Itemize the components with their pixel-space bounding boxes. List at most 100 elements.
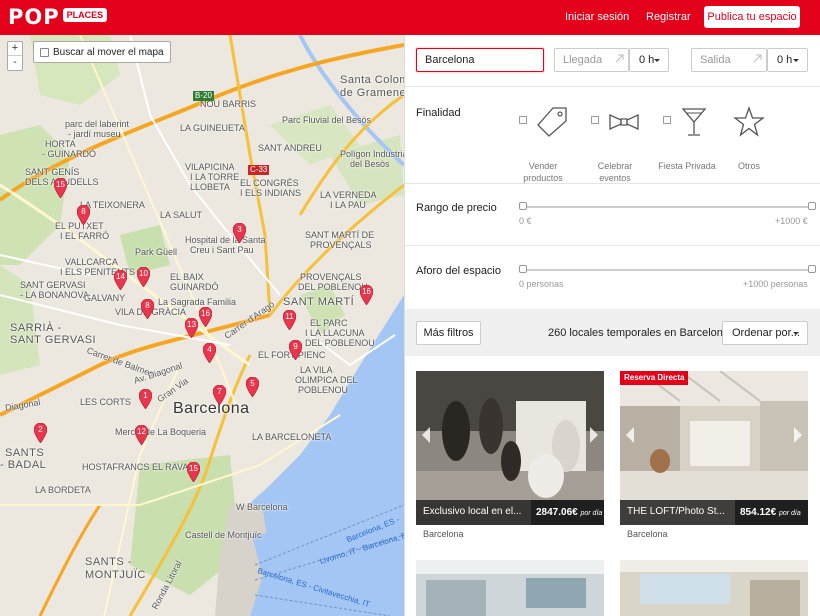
map-marker-count: 2: [38, 425, 43, 434]
map-marker-count: 8: [145, 301, 150, 310]
prev-photo-icon[interactable]: [626, 427, 634, 443]
map-marker-pin[interactable]: 14: [114, 270, 127, 290]
arrival-placeholder: Llegada: [563, 54, 603, 66]
map-label: LA BARCELONETA: [252, 432, 332, 442]
arrival-date-field[interactable]: Llegada: [554, 48, 629, 72]
listing-card[interactable]: Exclusivo local en el... 2847.06€ por dí…: [416, 371, 604, 525]
listing-card[interactable]: Reserva Directa THE LOFT/Photo St... 854…: [620, 371, 808, 525]
departure-placeholder: Salida: [700, 54, 731, 66]
map-label: - GUINARDÓ: [42, 149, 96, 159]
map-marker-pin[interactable]: 2: [34, 423, 47, 443]
capacity-slider[interactable]: [523, 269, 811, 271]
map-label: SARRIÀ -: [10, 322, 62, 334]
map-marker-count: 3: [237, 225, 242, 234]
map-label: - jardí museu: [68, 129, 121, 139]
map-view[interactable]: Santa Coloma de Gramenet NOU BARRIS parc…: [0, 35, 404, 616]
map-marker-pin[interactable]: 10: [137, 267, 150, 287]
map-label: LA GUINEUETA: [180, 123, 245, 133]
map-label: GUINARDÓ: [170, 282, 219, 292]
map-label: Creu i Sant Pau: [190, 245, 254, 255]
sort-label: Ordenar por...: [732, 327, 800, 339]
city-input[interactable]: Barcelona: [416, 48, 544, 72]
more-filters-button[interactable]: Más filtros: [416, 321, 481, 345]
map-marker-pin[interactable]: 5: [246, 377, 259, 397]
map-marker-count: 7: [217, 387, 222, 396]
zoom-in-button[interactable]: +: [8, 42, 22, 56]
map-marker-pin[interactable]: 13: [185, 318, 198, 338]
map-label: Parc Fluvial del Besòs: [282, 115, 372, 125]
purpose-checkbox[interactable]: [519, 116, 527, 124]
map-label: HOSTAFRANCS: [82, 462, 150, 472]
divider: [405, 86, 820, 87]
map-marker-pin[interactable]: 8: [141, 299, 154, 319]
listing-info-strip: Exclusivo local en el... 2847.06€ por dí…: [416, 500, 604, 525]
caret-down-icon: [793, 332, 799, 335]
map-label: EL CONGRÉS: [240, 178, 299, 188]
map-marker-count: 5: [250, 379, 255, 388]
price-max-label: +1000 €: [775, 216, 808, 226]
listing-card[interactable]: [416, 560, 604, 616]
top-header: POP PLACES Iniciar sesión Registrar Publ…: [0, 0, 820, 35]
map-label: SANT MARTÍ DE: [305, 230, 375, 240]
map-marker-pin[interactable]: 15: [187, 462, 200, 482]
map-marker-pin[interactable]: 15: [54, 178, 67, 198]
listing-title[interactable]: Exclusivo local en el...: [423, 506, 527, 517]
listing-card[interactable]: [620, 560, 808, 616]
map-label: - BADAL: [0, 459, 47, 471]
sort-dropdown[interactable]: Ordenar por...: [722, 321, 808, 345]
map-marker-pin[interactable]: 12: [135, 425, 148, 445]
price-range-label: Rango de precio: [416, 202, 497, 214]
purpose-label: Finalidad: [416, 107, 461, 119]
divider: [405, 183, 820, 184]
arrival-hour-value: 0 h: [639, 54, 655, 66]
map-marker-count: 15: [56, 180, 65, 189]
star-icon: [733, 106, 765, 137]
map-label: MONTJUÏC: [85, 569, 146, 581]
map-marker-pin[interactable]: 1: [139, 389, 152, 409]
search-on-move-toggle[interactable]: Buscar al mover el mapa: [33, 41, 171, 63]
purpose-checkbox[interactable]: [591, 116, 599, 124]
map-marker-pin[interactable]: 4: [203, 343, 216, 363]
map-label: GALVANY: [84, 293, 126, 303]
map-marker-pin[interactable]: 9: [289, 340, 302, 360]
capacity-max-handle[interactable]: [808, 265, 816, 273]
capacity-min-handle[interactable]: [519, 265, 527, 273]
publish-space-button[interactable]: Publica tu espacio: [704, 6, 800, 28]
search-on-move-checkbox[interactable]: [40, 47, 49, 57]
price-range-slider[interactable]: [523, 206, 811, 208]
purpose-label-events: Celebrar eventos: [597, 161, 633, 183]
map-marker-pin[interactable]: 8: [77, 205, 90, 225]
login-link[interactable]: Iniciar sesión: [565, 11, 629, 23]
map-label: HORTA: [45, 139, 76, 149]
map-label: Hospital de la Santa: [185, 235, 266, 245]
register-link[interactable]: Registrar: [646, 11, 691, 23]
map-label: Castell de Montjuïc: [185, 530, 262, 540]
map-marker-pin[interactable]: 7: [213, 385, 226, 405]
map-label: PROVENÇALS: [300, 272, 362, 282]
next-photo-icon[interactable]: [590, 427, 598, 443]
map-marker-count: 9: [293, 342, 298, 351]
departure-date-field[interactable]: Salida: [691, 48, 767, 72]
map-label: EL BAIX: [170, 272, 204, 282]
map-marker-pin[interactable]: 16: [199, 307, 212, 327]
map-marker-pin[interactable]: 3: [233, 223, 246, 243]
map-label: DEL POBLENOU: [298, 282, 368, 292]
price-min-handle[interactable]: [519, 202, 527, 210]
price-max-handle[interactable]: [808, 202, 816, 210]
map-label: LA VILA: [300, 365, 333, 375]
map-label: SANT GERVASI: [10, 334, 97, 346]
listing-price-unit: por día: [778, 510, 801, 517]
departure-hour-select[interactable]: 0 h: [767, 48, 808, 72]
purpose-checkbox[interactable]: [663, 116, 671, 124]
next-photo-icon[interactable]: [794, 427, 802, 443]
popplaces-logo[interactable]: POP PLACES: [8, 6, 108, 29]
zoom-out-button[interactable]: -: [8, 56, 22, 70]
listing-price: 2847.06€ por día: [531, 500, 604, 525]
listing-title[interactable]: THE LOFT/Photo St...: [627, 506, 731, 517]
prev-photo-icon[interactable]: [422, 427, 430, 443]
map-label: LA SALUT: [160, 210, 203, 220]
arrival-hour-select[interactable]: 0 h: [629, 48, 669, 72]
map-label: LLOBETA: [190, 182, 230, 192]
map-marker-pin[interactable]: 16: [360, 285, 373, 305]
map-marker-pin[interactable]: 11: [283, 310, 296, 330]
